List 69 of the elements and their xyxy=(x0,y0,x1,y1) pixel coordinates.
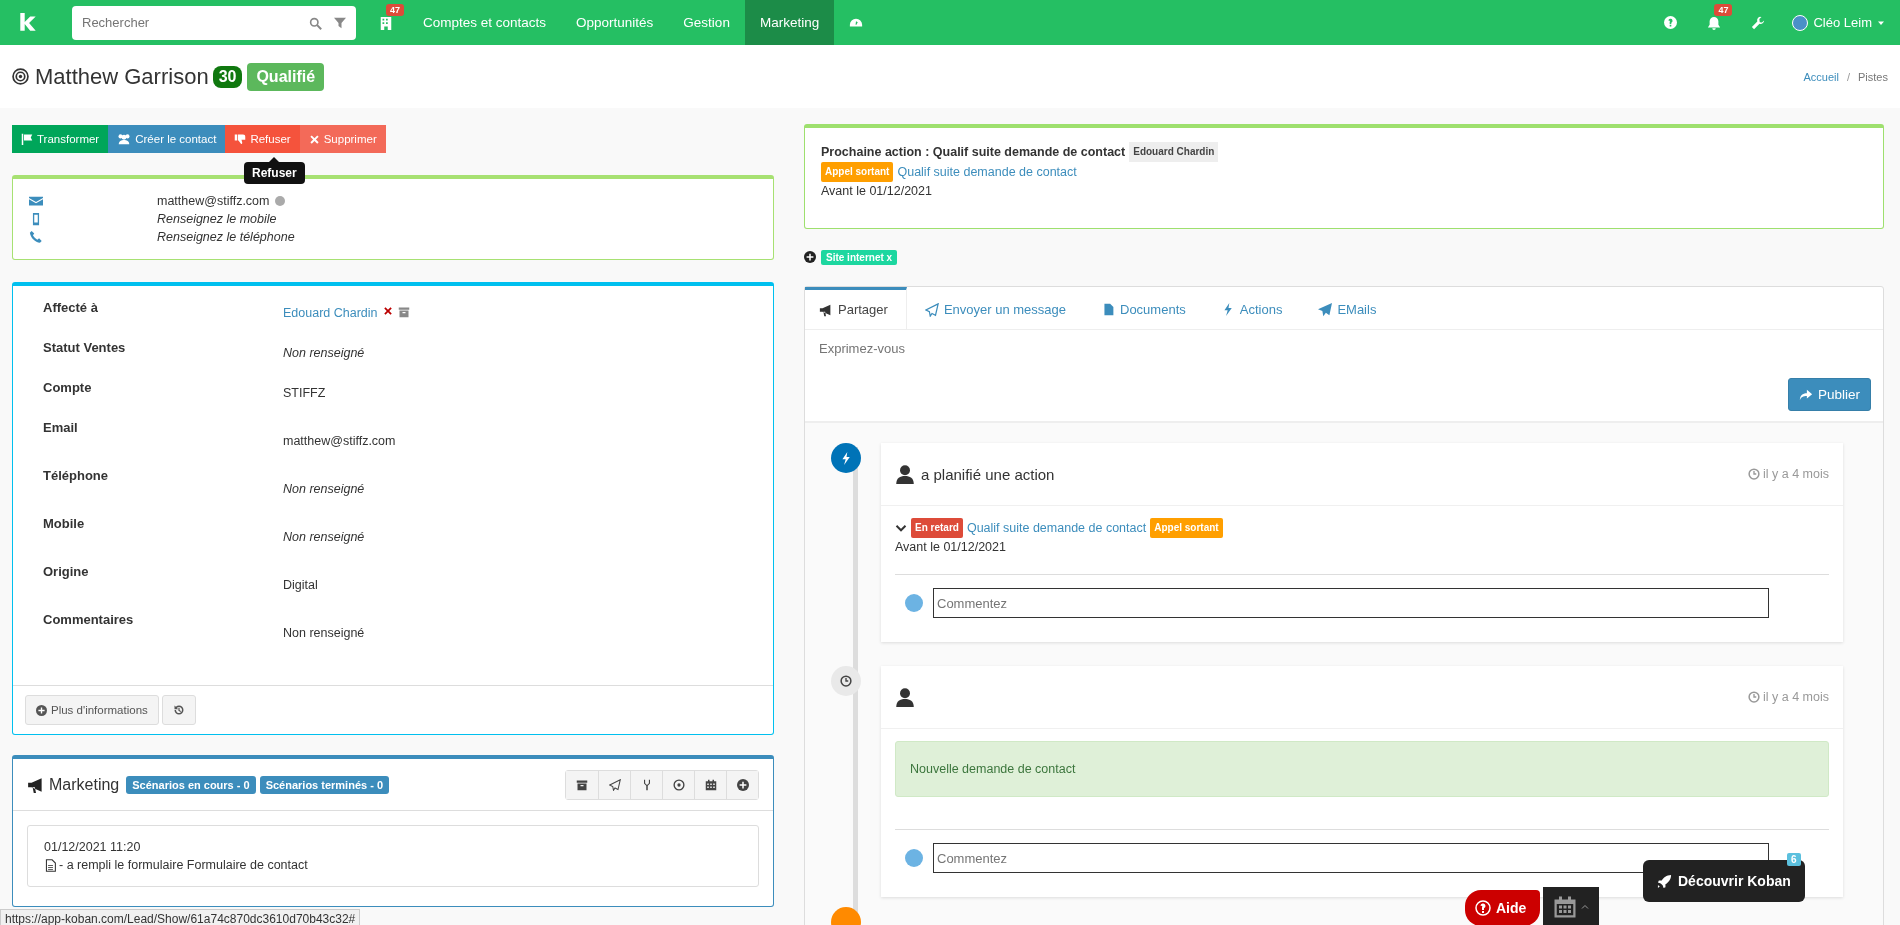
count-badge: Scénarios en cours - 0 xyxy=(126,775,256,794)
timestamp: il y a 4 mois xyxy=(1763,467,1829,481)
notification-badge: 47 xyxy=(386,4,404,16)
score-badge: 30 xyxy=(212,65,243,88)
field-label: Commentaires xyxy=(43,611,134,627)
due-date: Avant le 01/12/2021 xyxy=(821,183,933,200)
contact-placeholder[interactable]: Renseignez le téléphone xyxy=(157,230,295,245)
entry-title: a planifié une action xyxy=(921,465,1055,483)
search-field[interactable]: Rechercher xyxy=(72,5,356,40)
tab[interactable]: Actions xyxy=(1207,287,1301,329)
action-link[interactable]: Qualif suite demande de contact xyxy=(966,519,1147,537)
help-button[interactable]: Aide xyxy=(1465,890,1541,925)
action-button[interactable]: Créer le contact xyxy=(108,125,226,153)
breadcrumb-separator: / xyxy=(1846,70,1851,83)
type-badge: Appel sortant xyxy=(821,162,894,182)
status-badge: En retard xyxy=(911,518,963,538)
breadcrumb-link[interactable]: Accueil xyxy=(1803,70,1839,83)
field-label: Mobile xyxy=(43,515,85,531)
nav-item[interactable]: Comptes et contacts xyxy=(408,0,562,45)
field-value: Non renseigné xyxy=(283,530,365,544)
field-value: Non renseigné xyxy=(283,626,365,640)
field-label: Affecté à xyxy=(43,299,98,315)
page-title: Matthew Garrison xyxy=(35,63,209,90)
action-link[interactable]: Qualif suite demande de contact xyxy=(897,163,1077,181)
comment-field[interactable]: Commentez xyxy=(933,843,1769,873)
field-label: Statut Ventes xyxy=(43,339,126,355)
event-date: 01/12/2021 11:20 xyxy=(44,839,142,856)
action-button[interactable]: Supprimer xyxy=(299,125,386,153)
nav-item[interactable]: Opportunités xyxy=(561,0,669,45)
user-menu[interactable]: Cléo Leim xyxy=(1780,14,1900,31)
field-value: matthew@stiffz.com xyxy=(283,434,396,448)
field-label: Téléphone xyxy=(43,467,108,483)
tooltip: Refuser xyxy=(244,157,305,184)
count-badge: Scénarios terminés - 0 xyxy=(259,775,390,794)
count-badge: 6 xyxy=(1787,853,1801,866)
due-date: Avant le 01/12/2021 xyxy=(895,539,1007,556)
status-badge: Qualifié xyxy=(247,62,325,91)
field-label: Compte xyxy=(43,379,92,395)
timestamp: il y a 4 mois xyxy=(1763,690,1829,704)
tab[interactable]: Envoyer un message xyxy=(910,287,1084,329)
nav-item[interactable]: Gestion xyxy=(668,0,745,45)
notification-badge: 47 xyxy=(1714,4,1733,16)
tab[interactable]: Documents xyxy=(1088,287,1204,329)
breadcrumb-current: Pistes xyxy=(1858,70,1888,83)
next-action-title: Prochaine action : Qualif suite demande de contact xyxy=(821,144,1126,161)
field-label: Origine xyxy=(43,563,89,579)
assignee-link[interactable]: Edouard Chardin xyxy=(283,306,378,320)
field-value: Non renseigné xyxy=(283,482,365,496)
comment-field[interactable]: Commentez xyxy=(933,588,1769,618)
action-button[interactable]: Refuser xyxy=(225,125,300,153)
event-text: - a rempli le formulaire Formulaire de contact xyxy=(59,857,308,874)
more-info-button[interactable]: Plus d'informations xyxy=(25,695,159,725)
field-value: Digital xyxy=(283,578,318,592)
field-label: Email xyxy=(43,419,78,435)
tab[interactable]: EMails xyxy=(1304,287,1395,329)
contact-value: matthew@stiffz.com xyxy=(157,193,270,208)
contact-placeholder[interactable]: Renseignez le mobile xyxy=(157,212,277,226)
status-url: https://app-koban.com/Lead/Show/61a74c870dc3610d70b43c32# xyxy=(0,909,361,925)
action-button[interactable]: Transformer xyxy=(12,125,109,153)
type-badge: Appel sortant xyxy=(1150,518,1223,538)
field-value: STIFFZ xyxy=(283,386,326,400)
field-value: Non renseigné xyxy=(283,346,365,360)
assignee-badge: Edouard Chardin xyxy=(1129,142,1219,162)
section-title: Marketing xyxy=(49,775,120,794)
message-box: Nouvelle demande de contact xyxy=(895,741,1829,797)
nav-item[interactable]: Marketing xyxy=(744,0,835,45)
publish-button[interactable]: Publier xyxy=(1787,378,1871,411)
post-field[interactable]: Exprimez-vous xyxy=(817,340,1871,357)
tab[interactable]: Partager xyxy=(805,287,907,329)
